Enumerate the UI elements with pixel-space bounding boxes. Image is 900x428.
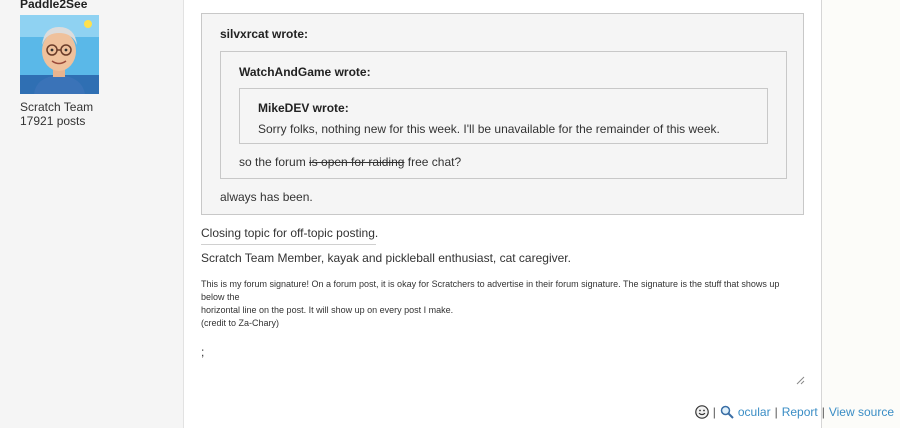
signature-small-line: (credit to Za-Chary) xyxy=(201,318,280,328)
post-actions: | ocular | Report | View source xyxy=(694,405,894,419)
struck-text: is open for raiding xyxy=(309,155,405,169)
signature-small-line: This is my forum signature! On a forum p… xyxy=(201,279,780,302)
action-separator: | xyxy=(712,405,716,419)
quote-text: so the forum is open for raiding free ch… xyxy=(239,155,461,169)
poster-avatar[interactable] xyxy=(20,15,99,94)
signature-semicolon: ; xyxy=(201,345,205,359)
action-separator: | xyxy=(774,405,778,419)
signature-small-line: horizontal line on the post. It will sho… xyxy=(201,305,454,315)
forum-post: Paddle2See Scratch Team 17921 posts silv… xyxy=(0,0,822,428)
poster-username[interactable]: Paddle2See xyxy=(20,0,87,11)
post-body-text: Closing topic for off-topic posting. xyxy=(201,226,379,240)
ocular-link[interactable]: ocular xyxy=(738,405,771,419)
quote-author: WatchAndGame wrote: xyxy=(239,65,371,79)
view-source-link[interactable]: View source xyxy=(829,405,894,419)
signature-small-text: This is my forum signature! On a forum p… xyxy=(201,278,805,330)
post-content: silvxrcat wrote: WatchAndGame wrote: Mik… xyxy=(201,0,805,428)
quote-author: MikeDEV wrote: xyxy=(258,101,349,115)
quote-text-part: so the forum xyxy=(239,155,310,169)
action-separator: | xyxy=(821,405,825,419)
report-link[interactable]: Report xyxy=(782,405,818,419)
quote-text: Sorry folks, nothing new for this week. … xyxy=(258,122,720,136)
quote-author: silvxrcat wrote: xyxy=(220,27,309,41)
forum-page: Paddle2See Scratch Team 17921 posts silv… xyxy=(0,0,900,428)
quote-text-part: free chat? xyxy=(404,155,462,169)
quote-watchandgame: WatchAndGame wrote: MikeDEV wrote: Sorry… xyxy=(220,51,787,179)
quote-reply-text: always has been. xyxy=(220,190,313,204)
signature-line: Scratch Team Member, kayak and picklebal… xyxy=(201,251,571,265)
signature-divider xyxy=(201,244,376,245)
avatar-image xyxy=(20,15,99,94)
post-author-panel: Paddle2See Scratch Team 17921 posts xyxy=(0,0,184,428)
poster-title: Scratch Team xyxy=(20,100,94,114)
quote-mikedev: MikeDEV wrote: Sorry folks, nothing new … xyxy=(239,88,768,144)
resize-grip-icon[interactable] xyxy=(795,375,805,385)
magnifier-icon[interactable] xyxy=(720,405,734,419)
poster-post-count: 17921 posts xyxy=(20,114,86,128)
quote-silvxrcat: silvxrcat wrote: WatchAndGame wrote: Mik… xyxy=(201,13,804,215)
smile-icon[interactable] xyxy=(694,405,709,419)
